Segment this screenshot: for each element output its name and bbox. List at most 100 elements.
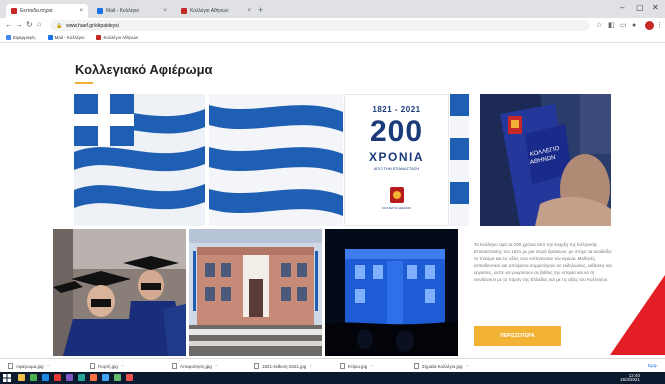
- download-item[interactable]: Αφιέρωμα.jpg ⌃: [8, 362, 50, 370]
- tab-favicon: [97, 8, 103, 14]
- download-filename: Αποφοίτηση.jpg: [180, 363, 212, 369]
- forward-arrow-icon[interactable]: →: [15, 20, 23, 30]
- bookmark-college[interactable]: Κολλέγιο Αθηνών: [96, 35, 138, 40]
- download-item[interactable]: Σημαία-Κολλέγιο.jpg ⌃: [414, 362, 469, 370]
- back-arrow-icon[interactable]: ←: [5, 20, 13, 30]
- taskbar-app-icon[interactable]: [90, 374, 97, 381]
- cast-icon[interactable]: ▭: [620, 21, 627, 30]
- tab-college-athens[interactable]: Κολλέγιο Αθηνών ×: [176, 4, 256, 18]
- minimize-icon[interactable]: –: [620, 3, 624, 12]
- download-item[interactable]: 1821-έκθεση-2021.jpg ⌃: [254, 362, 313, 370]
- download-item[interactable]: Γιορτή.jpg ⌃: [90, 362, 124, 370]
- clock-date: 15/3/2021: [620, 377, 641, 382]
- poster-word: ΧΡΟΝΙΑ: [345, 150, 448, 164]
- home-icon[interactable]: ⌂: [37, 20, 41, 30]
- more-button[interactable]: ΠΕΡΙΣΣΟΤΕΡΑ: [474, 326, 561, 346]
- tribute-description: Το Κολλέγιο τιμά τα 200 χρόνια από την έ…: [474, 242, 612, 282]
- greek-flag-image[interactable]: [74, 94, 205, 226]
- taskbar-app-icon[interactable]: [102, 374, 109, 381]
- tab-college[interactable]: Εκπαιδευτήρια ×: [6, 4, 88, 18]
- windows-start-icon[interactable]: [3, 374, 11, 382]
- apps-grid-icon: [6, 35, 11, 40]
- poster-subtitle: ΑΠΟ ΤΗΝ ΕΠΑΝΑΣΤΑΣΗ: [345, 166, 448, 171]
- college-logo-text: ΚΟΛΛΕΓΙΟ ΑΘΗΝΩΝ: [382, 206, 411, 210]
- taskbar-app-icon[interactable]: [30, 374, 37, 381]
- file-icon: [8, 363, 13, 369]
- greek-flag-graphic: [74, 94, 205, 226]
- anniversary-years: 1821 - 2021: [372, 105, 421, 114]
- poster-logo-text: ΚΟΛΛΕΓΙΟ ΑΘΗΝΩΝ: [345, 206, 448, 210]
- tab-favicon: [181, 8, 187, 14]
- tab-label: Εκπαιδευτήρια: [20, 8, 53, 14]
- download-item[interactable]: Αποφοίτηση.jpg ⌃: [172, 362, 218, 370]
- download-item[interactable]: Κτίριο.jpg ⌃: [340, 362, 373, 370]
- anniversary-poster[interactable]: 1821 - 2021 200 ΧΡΟΝΙΑ ΑΠΟ ΤΗΝ ΕΠΑΝΑΣΤΑΣ…: [344, 94, 449, 226]
- file-icon: [254, 363, 259, 369]
- profile-icon[interactable]: ●: [632, 21, 636, 30]
- file-icon: [414, 363, 419, 369]
- poster-number: 200: [345, 117, 448, 147]
- maximize-icon[interactable]: ▢: [636, 3, 644, 12]
- taskbar-app-icon[interactable]: [78, 374, 85, 381]
- taskbar-app-icon[interactable]: [54, 374, 61, 381]
- address-bar[interactable]: 🔒 www.haef.gr/ekpaideysi: [50, 20, 590, 31]
- taskbar-app-icon[interactable]: [114, 374, 121, 381]
- graduation-photo-graphic: [53, 229, 186, 356]
- taskbar-app-icon[interactable]: [126, 374, 133, 381]
- download-filename: Αφιέρωμα.jpg: [16, 363, 44, 369]
- star-icon[interactable]: ☆: [596, 21, 602, 30]
- download-filename: Κτίριο.jpg: [348, 363, 368, 369]
- taskbar-app-icon[interactable]: [66, 374, 73, 381]
- tab-label: Κολλέγιο Αθηνών: [190, 8, 229, 14]
- building-photo-graphic: [189, 229, 322, 356]
- bookmark-label: Κολλέγιο Αθηνών: [103, 35, 139, 40]
- close-icon[interactable]: ×: [79, 8, 83, 14]
- chevron-up-icon[interactable]: ⌃: [121, 364, 124, 369]
- taskbar-clock[interactable]: 12:40 15/3/2021: [620, 373, 641, 382]
- reload-icon[interactable]: ↻: [26, 20, 33, 30]
- graduate-sash-image[interactable]: ΚΟΛΛΕΓΙΟ ΑΘΗΝΩΝ: [480, 94, 611, 226]
- poster-years: 1821 - 2021: [345, 105, 448, 114]
- close-icon[interactable]: ×: [163, 8, 167, 14]
- download-filename: 1821-έκθεση-2021.jpg: [262, 363, 307, 369]
- chevron-up-icon[interactable]: ⌃: [465, 364, 468, 369]
- bookmarks-bar: Εφαρμογές Mail - Κολλέγιο Κολλέγιο Αθηνώ…: [0, 33, 665, 43]
- illuminated-building-image[interactable]: [325, 229, 458, 356]
- college-crest-icon: [390, 187, 404, 203]
- greek-flag-graphic: [206, 94, 343, 226]
- chevron-up-icon[interactable]: ⌃: [309, 364, 312, 369]
- mail-icon: [47, 35, 53, 40]
- tab-mail[interactable]: Mail - Κολλέγιο ×: [92, 4, 172, 18]
- taskbar-app-icon[interactable]: [42, 374, 49, 381]
- taskbar: [0, 372, 665, 384]
- college-building-ceremony-image[interactable]: [189, 229, 322, 356]
- download-filename: Γιορτή.jpg: [98, 363, 118, 369]
- decorative-red-triangle: [610, 275, 665, 355]
- flag-strip-graphic: [450, 94, 469, 226]
- close-window-icon[interactable]: ✕: [652, 3, 659, 12]
- avatar[interactable]: [645, 21, 654, 30]
- bookmark-label: Εφαρμογές: [13, 35, 36, 40]
- anniversary-number: 200: [369, 115, 424, 148]
- downloads-bar: Αφιέρωμα.jpg ⌃ Γιορτή.jpg ⌃ Αποφοίτηση.j…: [0, 358, 665, 372]
- lock-icon: 🔒: [56, 22, 63, 29]
- show-all-downloads-link[interactable]: Εμφ.: [648, 363, 658, 368]
- chevron-up-icon[interactable]: ⌃: [46, 364, 49, 369]
- bookmark-mail[interactable]: Mail - Κολλέγιο: [47, 35, 85, 40]
- tab-favicon: [11, 8, 17, 14]
- new-tab-button[interactable]: +: [258, 5, 263, 15]
- bookmark-label: Mail - Κολλέγιο: [54, 35, 85, 40]
- extension-icon[interactable]: ◧: [608, 21, 615, 30]
- menu-kebab-icon[interactable]: ⋮: [656, 21, 663, 30]
- greek-flag-image-2[interactable]: [206, 94, 343, 226]
- close-icon[interactable]: ×: [247, 8, 251, 14]
- tab-label: Mail - Κολλέγιο: [106, 8, 140, 14]
- graduation-students-image[interactable]: [53, 229, 186, 356]
- anniversary-subtitle: ΑΠΟ ΤΗΝ ΕΠΑΝΑΣΤΑΣΗ: [373, 166, 420, 171]
- chevron-up-icon[interactable]: ⌃: [370, 364, 373, 369]
- bookmark-apps[interactable]: Εφαρμογές: [6, 35, 36, 40]
- file-icon: [172, 363, 177, 369]
- chevron-up-icon[interactable]: ⌃: [215, 364, 218, 369]
- college-favicon-icon: [96, 35, 102, 40]
- taskbar-app-icon[interactable]: [18, 374, 25, 381]
